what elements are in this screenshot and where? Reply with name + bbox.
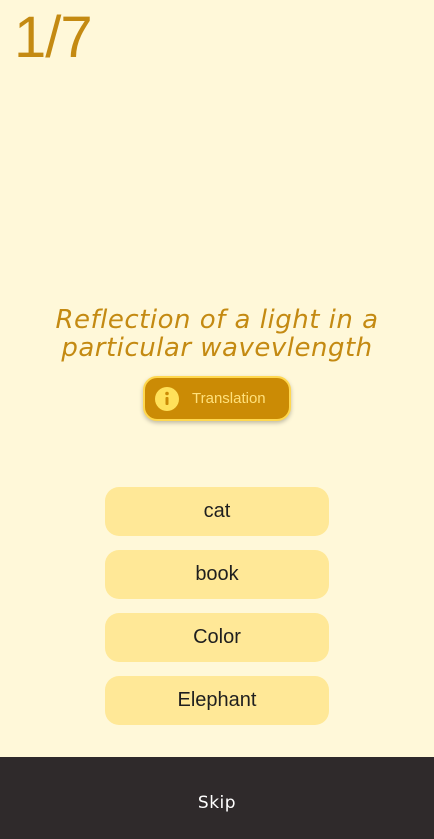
definition-line-1: Reflection of a light in a (55, 305, 379, 335)
answer-option-color[interactable]: Color (105, 613, 329, 662)
answer-list: cat book Color Elephant (105, 487, 329, 739)
progress-counter: 1/7 (14, 5, 93, 70)
translation-button[interactable]: Translation (143, 376, 291, 421)
translation-label: Translation (192, 390, 266, 407)
answer-option-book[interactable]: book (105, 550, 329, 599)
definition-text: Reflection of a light in a particular wa… (0, 306, 434, 362)
skip-button[interactable]: Skip (0, 793, 434, 813)
definition-line-2: particular wavevlength (61, 333, 373, 363)
answer-option-elephant[interactable]: Elephant (105, 676, 329, 725)
answer-option-cat[interactable]: cat (105, 487, 329, 536)
info-icon (155, 387, 179, 411)
bottom-bar: Skip (0, 757, 434, 839)
